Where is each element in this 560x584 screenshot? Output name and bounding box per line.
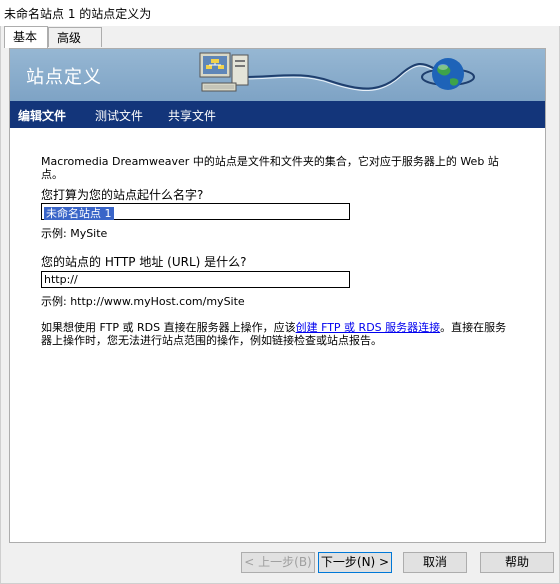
server-note-text-before: 如果想使用 FTP 或 RDS 直接在服务器上操作，应该 (41, 321, 296, 334)
banner-title: 站点定义 (26, 67, 102, 88)
http-address-label: 您的站点的 HTTP 地址 (URL) 是什么? (41, 255, 247, 269)
window-title: 未命名站点 1 的站点定义为 (4, 7, 152, 21)
create-server-connection-link[interactable]: 创建 FTP 或 RDS 服务器连接 (296, 321, 441, 334)
site-name-example: 示例: MySite (41, 227, 108, 240)
subnav-bar: 编辑文件 测试文件 共享文件 (10, 101, 545, 128)
http-address-field[interactable]: http:// (41, 271, 350, 288)
next-button[interactable]: 下一步(N) > (318, 552, 392, 573)
cancel-button[interactable]: 取消 (403, 552, 467, 573)
site-name-label: 您打算为您的站点起什么名字? (41, 188, 204, 202)
site-name-field[interactable]: 未命名站点 1 (41, 203, 350, 220)
title-bar[interactable]: 未命名站点 1 的站点定义为 (0, 0, 560, 27)
site-description: Macromedia Dreamweaver 中的站点是文件和文件夹的集合，它对… (41, 155, 499, 181)
http-address-example: 示例: http://www.myHost.com/mySite (41, 295, 245, 308)
computer-icon (199, 52, 249, 92)
tab-basic[interactable]: 基本 (4, 26, 48, 48)
subnav-edit-files[interactable]: 编辑文件 (18, 107, 66, 124)
tab-advanced[interactable]: 高级 (48, 27, 102, 47)
subnav-share-files[interactable]: 共享文件 (168, 107, 216, 124)
site-name-value: 未命名站点 1 (44, 207, 114, 220)
banner: 站点定义 (10, 49, 545, 101)
help-button[interactable]: 帮助 (480, 552, 554, 573)
globe-icon (421, 58, 475, 90)
http-address-value: http:// (44, 273, 78, 286)
back-button[interactable]: < 上一步(B) (241, 552, 315, 573)
subnav-test-files[interactable]: 测试文件 (95, 107, 143, 124)
server-note: 如果想使用 FTP 或 RDS 直接在服务器上操作，应该创建 FTP 或 RDS… (41, 321, 511, 347)
network-cable-graphic (240, 63, 440, 92)
